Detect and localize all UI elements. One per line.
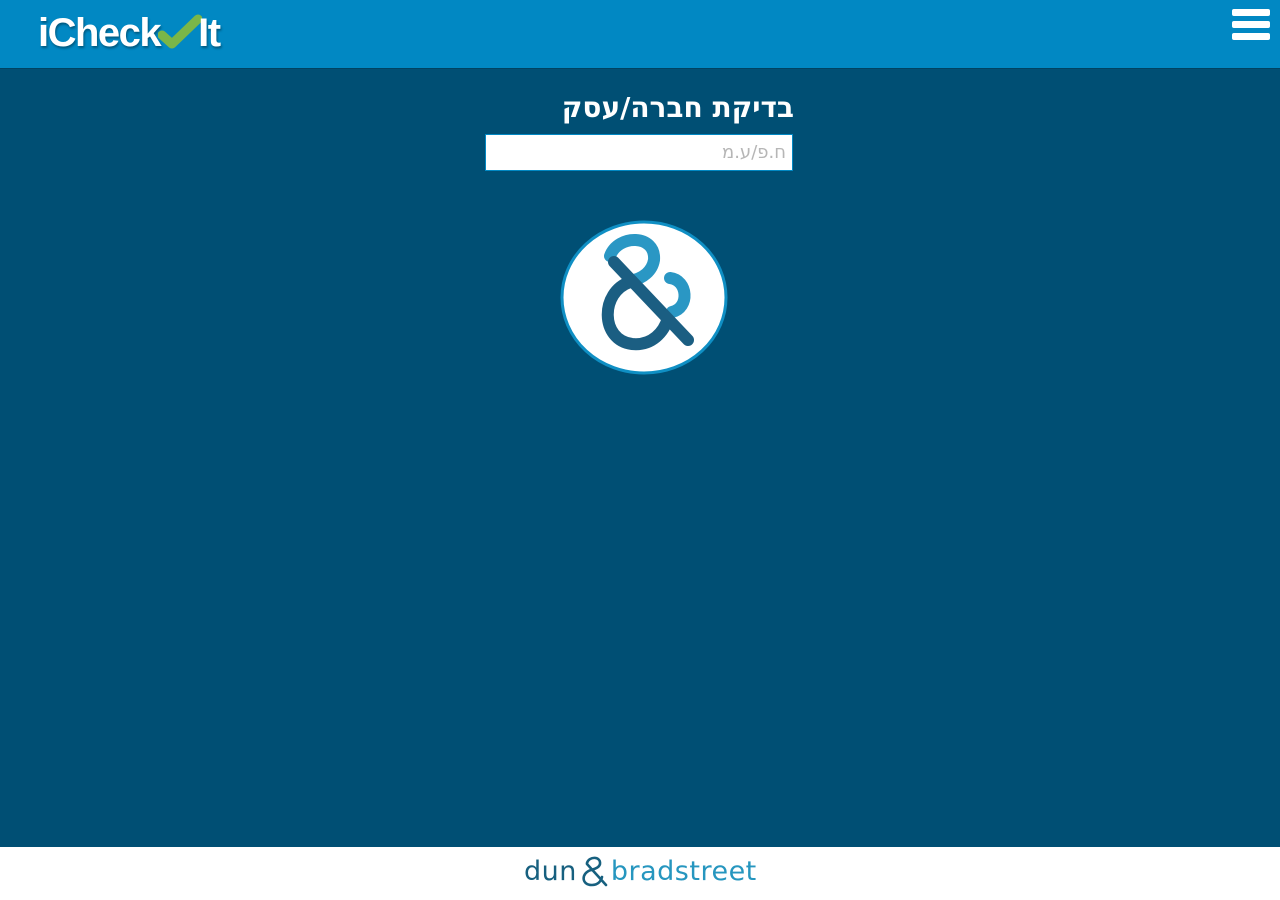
company-id-input[interactable] xyxy=(485,134,793,171)
menu-button[interactable] xyxy=(1232,9,1270,45)
footer-brand-logo: dun bradstreet xyxy=(524,853,757,889)
checkmark-icon xyxy=(158,14,203,49)
ampersand-logo-icon xyxy=(560,220,728,375)
page-title: בדיקת חברה/עסק xyxy=(561,91,794,124)
logo-text-suffix: It xyxy=(198,11,221,55)
ampersand-icon xyxy=(582,856,608,887)
brand-logo-button[interactable] xyxy=(560,220,728,375)
app-header: iCheck It xyxy=(0,0,1280,68)
footer-brand-right: bradstreet xyxy=(610,855,757,887)
footer-brand-left: dun xyxy=(524,855,577,887)
app-logo: iCheck It xyxy=(38,9,221,57)
hamburger-menu-icon xyxy=(1232,9,1270,40)
app-footer: dun bradstreet xyxy=(0,847,1280,900)
logo-text-prefix: iCheck xyxy=(38,11,162,55)
